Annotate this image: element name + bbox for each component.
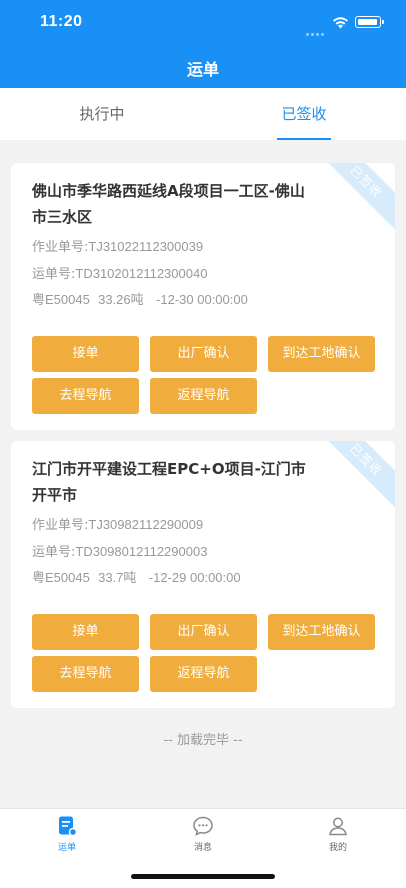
waybill-number: 运单号:TD3098012112290003 xyxy=(32,541,207,560)
card-title: 佛山市季华路西延线A段项目一工区-佛山市三水区 xyxy=(32,182,305,226)
profile-icon xyxy=(329,817,347,836)
factory-exit-confirm-button[interactable]: 出厂确认 xyxy=(150,614,257,650)
app-header: 11:20 运单 xyxy=(0,0,406,88)
accept-order-button[interactable]: 接单 xyxy=(32,336,139,372)
active-tab-indicator xyxy=(277,138,331,140)
signed-ribbon: 已签收 xyxy=(317,441,395,509)
waybill-card: 已签收 佛山市季华路西延线A段项目一工区-佛山市三水区 作业单号:TJ31022… xyxy=(11,163,395,430)
page-title: 运单 xyxy=(186,60,219,79)
waybill-label: 运单号: xyxy=(32,545,76,560)
work-order-value: TJ31022112300039 xyxy=(88,239,204,254)
waybill-label: 运单号: xyxy=(32,267,76,282)
work-order-value: TJ30982112290009 xyxy=(88,517,204,532)
vehicle-info: 粤E50045 33.7吨 -12-29 00:00:00 xyxy=(32,567,241,586)
work-order-number: 作业单号:TJ31022112300039 xyxy=(32,236,203,255)
status-time: 11:20 xyxy=(40,13,83,30)
tabbar-item-waybill[interactable]: 运单 xyxy=(37,815,97,859)
site-arrival-confirm-button[interactable]: 到达工地确认 xyxy=(268,336,375,372)
card-title: 江门市开平建设工程EPC+O项目-江门市开平市 xyxy=(32,460,306,504)
work-order-label: 作业单号: xyxy=(32,518,89,533)
outbound-navigation-button[interactable]: 去程导航 xyxy=(32,656,139,692)
home-indicator xyxy=(131,874,275,879)
work-order-number: 作业单号:TJ30982112290009 xyxy=(32,514,203,533)
plate-number: 粤E50045 xyxy=(32,292,90,307)
waybill-datetime: -12-30 00:00:00 xyxy=(156,292,248,307)
waybill-datetime: -12-29 00:00:00 xyxy=(148,570,241,585)
tab-in-progress[interactable]: 执行中 xyxy=(32,88,172,140)
wifi-icon xyxy=(333,17,348,29)
tab-signed[interactable]: 已签收 xyxy=(234,88,374,140)
load-complete-text: -- 加载完毕 -- xyxy=(163,733,243,748)
plate-number: 粤E50045 xyxy=(32,570,90,585)
return-navigation-button[interactable]: 返程导航 xyxy=(150,656,257,692)
signed-ribbon: 已签收 xyxy=(317,163,395,231)
battery-icon xyxy=(355,16,384,28)
tabbar-item-message[interactable]: 消息 xyxy=(173,815,233,859)
site-arrival-confirm-button[interactable]: 到达工地确认 xyxy=(268,614,375,650)
waybill-icon xyxy=(59,816,78,837)
waybill-number: 运单号:TD3102012112300040 xyxy=(32,263,207,282)
status-bar: 11:20 xyxy=(0,0,406,44)
tabbar-label: 消息 xyxy=(193,843,212,853)
waybill-card: 已签收 江门市开平建设工程EPC+O项目-江门市开平市 作业单号:TJ30982… xyxy=(11,441,395,708)
tabbar-label: 我的 xyxy=(328,843,347,853)
status-tabs: 执行中 已签收 xyxy=(0,88,406,140)
cargo-weight: 33.26吨 xyxy=(98,292,144,307)
message-icon xyxy=(193,816,213,836)
outbound-navigation-button[interactable]: 去程导航 xyxy=(32,378,139,414)
work-order-label: 作业单号: xyxy=(32,240,89,255)
cargo-weight: 33.7吨 xyxy=(98,570,137,585)
tabbar-label: 运单 xyxy=(57,843,76,853)
tabbar-item-profile[interactable]: 我的 xyxy=(308,815,368,859)
return-navigation-button[interactable]: 返程导航 xyxy=(150,378,257,414)
accept-order-button[interactable]: 接单 xyxy=(32,614,139,650)
vehicle-info: 粤E50045 33.26吨 -12-30 00:00:00 xyxy=(32,289,248,308)
waybill-value: TD3102012112300040 xyxy=(75,266,208,281)
signal-icon xyxy=(306,21,328,36)
waybill-value: TD3098012112290003 xyxy=(75,544,208,559)
factory-exit-confirm-button[interactable]: 出厂确认 xyxy=(150,336,257,372)
